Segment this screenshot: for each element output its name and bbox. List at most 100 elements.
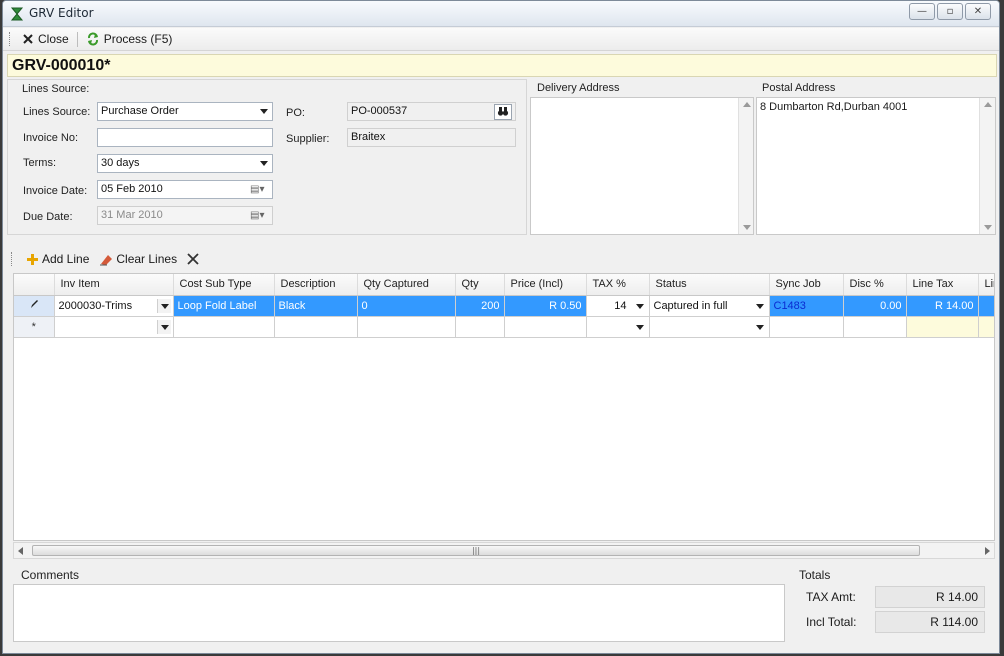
column-header-line-total[interactable]: Lin xyxy=(978,274,994,296)
incl-total-label: Incl Total: xyxy=(806,615,857,629)
lines-toolbar: Add Line Clear Lines xyxy=(11,248,995,270)
description-cell[interactable] xyxy=(274,316,358,338)
supplier-field: Braitex xyxy=(347,128,516,147)
line-total-cell[interactable] xyxy=(978,295,994,317)
scrollbar-thumb[interactable]: ||| xyxy=(32,545,920,556)
lines-source-value: Purchase Order xyxy=(101,105,179,117)
status-cell[interactable]: Captured in full xyxy=(649,295,770,317)
postal-address-textarea[interactable]: 8 Dumbarton Rd,Durban 4001 xyxy=(756,97,996,235)
chevron-down-icon[interactable] xyxy=(633,299,647,313)
terms-label: Terms: xyxy=(23,157,56,169)
incl-total-value: R 114.00 xyxy=(875,611,985,633)
clear-lines-button[interactable]: Clear Lines xyxy=(99,252,177,266)
pencil-icon xyxy=(30,300,38,308)
price-incl-cell[interactable]: R 0.50 xyxy=(504,295,587,317)
status-cell[interactable] xyxy=(649,316,770,338)
column-header-qty[interactable]: Qty xyxy=(455,274,505,296)
delivery-address-scrollbar[interactable] xyxy=(738,98,753,234)
due-date-picker: 31 Mar 2010 ▤▾ xyxy=(97,206,273,225)
close-button[interactable]: Close xyxy=(18,32,73,46)
new-row-marker: * xyxy=(14,316,55,338)
qty-captured-cell[interactable] xyxy=(357,316,456,338)
title-bar: GRV Editor — ▫ ✕ xyxy=(3,1,999,27)
cost-sub-type-cell[interactable]: Loop Fold Label xyxy=(173,295,275,317)
invoice-date-label: Invoice Date: xyxy=(23,185,88,197)
price-incl-cell[interactable] xyxy=(504,316,587,338)
tax-pct-cell[interactable] xyxy=(586,316,650,338)
process-button[interactable]: Process (F5) xyxy=(82,32,177,46)
line-tax-cell[interactable]: R 14.00 xyxy=(906,295,979,317)
eraser-icon xyxy=(100,254,113,265)
column-header-status[interactable]: Status xyxy=(649,274,770,296)
close-window-button[interactable]: ✕ xyxy=(965,3,991,20)
cost-sub-type-cell[interactable] xyxy=(173,316,275,338)
totals-title: Totals xyxy=(799,568,831,582)
lines-grid[interactable]: Inv Item Cost Sub Type Description Qty C… xyxy=(13,273,995,541)
minimize-button[interactable]: — xyxy=(909,3,935,20)
row-selector[interactable] xyxy=(14,295,55,317)
scrollbar-track xyxy=(979,98,995,234)
comments-textarea[interactable] xyxy=(13,584,785,642)
column-header-tax-pct[interactable]: TAX % xyxy=(586,274,650,296)
status-value: Captured in full xyxy=(653,299,728,312)
chevron-down-icon[interactable] xyxy=(753,320,767,334)
close-icon xyxy=(23,34,33,44)
delivery-address-title: Delivery Address xyxy=(537,82,620,94)
column-header-price-incl[interactable]: Price (Incl) xyxy=(504,274,587,296)
chevron-down-icon[interactable] xyxy=(156,319,171,334)
po-lookup-button[interactable] xyxy=(494,104,512,120)
inv-item-value: 2000030-Trims xyxy=(58,299,133,312)
disc-pct-cell[interactable] xyxy=(843,316,907,338)
grid-header-row: Inv Item Cost Sub Type Description Qty C… xyxy=(14,274,994,296)
column-header-qty-captured[interactable]: Qty Captured xyxy=(357,274,456,296)
inv-item-cell[interactable]: 2000030-Trims xyxy=(54,295,174,317)
grv-editor-window: GRV Editor — ▫ ✕ Close Process (F5) GRV-… xyxy=(2,0,1000,654)
qty-captured-cell[interactable]: 0 xyxy=(357,295,456,317)
grid-horizontal-scrollbar[interactable]: ||| xyxy=(13,542,995,559)
invoice-date-value: 05 Feb 2010 xyxy=(101,183,163,195)
postal-address-scrollbar[interactable] xyxy=(979,98,995,234)
add-line-button[interactable]: Add Line xyxy=(26,252,89,266)
column-header-description[interactable]: Description xyxy=(274,274,358,296)
line-tax-cell[interactable] xyxy=(906,316,979,338)
terms-select[interactable]: 30 days xyxy=(97,154,273,173)
description-cell[interactable]: Black xyxy=(274,295,358,317)
column-header-inv-item[interactable]: Inv Item xyxy=(54,274,174,296)
sync-job-cell[interactable]: C1483 xyxy=(769,295,844,317)
disc-pct-cell[interactable]: 0.00 xyxy=(843,295,907,317)
line-total-cell[interactable] xyxy=(978,316,994,338)
inv-item-cell[interactable] xyxy=(54,316,174,338)
column-header-line-tax[interactable]: Line Tax xyxy=(906,274,979,296)
qty-cell[interactable] xyxy=(455,316,505,338)
scroll-right-icon[interactable] xyxy=(985,547,990,555)
po-field: PO-000537 xyxy=(347,102,516,121)
column-header-sync-job[interactable]: Sync Job xyxy=(769,274,844,296)
sync-job-cell[interactable] xyxy=(769,316,844,338)
lines-source-select[interactable]: Purchase Order xyxy=(97,102,273,121)
scroll-left-icon[interactable] xyxy=(18,547,23,555)
toolbar-grip[interactable] xyxy=(11,252,14,266)
window-title: GRV Editor xyxy=(29,6,94,20)
invoice-no-label: Invoice No: xyxy=(23,132,79,144)
new-row[interactable]: * xyxy=(14,316,994,338)
chevron-down-icon[interactable] xyxy=(753,299,767,313)
tax-amt-value: R 14.00 xyxy=(875,586,985,608)
grv-app-icon xyxy=(10,7,24,21)
invoice-no-input[interactable] xyxy=(97,128,273,147)
calendar-icon[interactable]: ▤▾ xyxy=(250,184,268,196)
maximize-button[interactable]: ▫ xyxy=(937,3,963,20)
tax-amt-label: TAX Amt: xyxy=(806,590,856,604)
column-header-cost-sub-type[interactable]: Cost Sub Type xyxy=(173,274,275,296)
table-row[interactable]: 2000030-Trims Loop Fold Label Black 0 20… xyxy=(14,295,994,317)
invoice-date-picker[interactable]: 05 Feb 2010 ▤▾ xyxy=(97,180,273,199)
toolbar-grip[interactable] xyxy=(9,32,12,46)
delete-line-button[interactable] xyxy=(187,253,199,265)
chevron-down-icon[interactable] xyxy=(156,298,171,313)
qty-cell[interactable]: 200 xyxy=(455,295,505,317)
tax-pct-cell[interactable]: 14 xyxy=(586,295,650,317)
binoculars-icon xyxy=(497,107,509,116)
column-header-disc-pct[interactable]: Disc % xyxy=(843,274,907,296)
main-toolbar: Close Process (F5) xyxy=(3,28,999,51)
chevron-down-icon[interactable] xyxy=(633,320,647,334)
delivery-address-textarea[interactable] xyxy=(530,97,754,235)
